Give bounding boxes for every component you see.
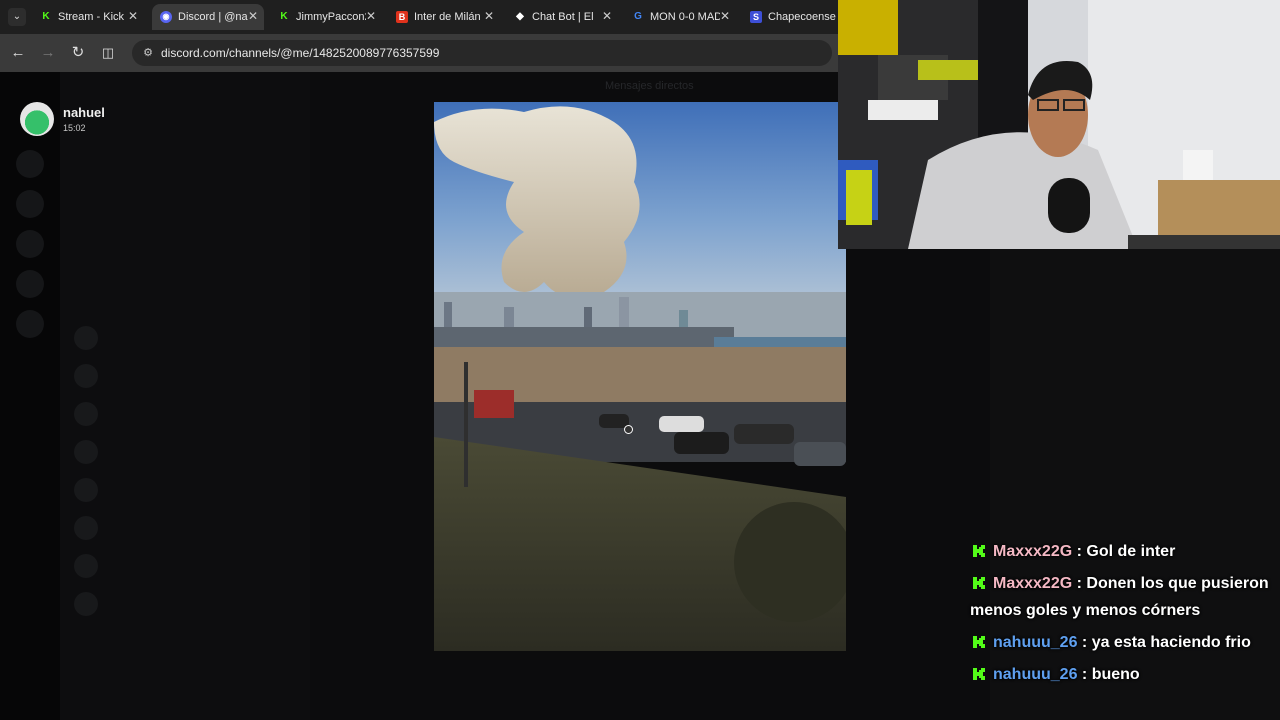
chat-message: nahuuu_26 : bueno: [970, 661, 1275, 688]
close-icon[interactable]: ✕: [484, 9, 494, 23]
tab-search-chevron-icon[interactable]: ⌄: [8, 8, 26, 26]
streamer-webcam: [838, 0, 1280, 249]
mouse-cursor: [624, 425, 633, 434]
chat-message: Maxxx22G : Donen los que pusieron menos …: [970, 570, 1275, 624]
avatar: [74, 516, 98, 540]
tab-inter-de-milan[interactable]: B Inter de Milán ✕: [388, 4, 500, 30]
download-icon[interactable]: [16, 310, 44, 338]
google-icon: G: [634, 11, 642, 22]
bet-icon: B: [396, 11, 408, 23]
list-item[interactable]: [74, 402, 294, 426]
sender-name: nahuel: [63, 105, 105, 120]
chat-username: nahuuu_26: [993, 666, 1078, 683]
list-item[interactable]: [74, 478, 294, 502]
server-icon[interactable]: [16, 270, 44, 298]
chat-text: bueno: [1091, 666, 1140, 683]
list-item[interactable]: [74, 364, 294, 388]
tab-chat-bot[interactable]: ◆ Chat Bot | El ✕: [506, 4, 618, 30]
kick-icon: [973, 577, 985, 589]
tab-jimmypaccon[interactable]: K JimmyPaccon29 ✕: [270, 4, 382, 30]
chat-message: Maxxx22G : Gol de inter: [970, 538, 1275, 565]
server-icon[interactable]: [16, 150, 44, 178]
beach-photo: [434, 102, 846, 651]
list-item[interactable]: [74, 516, 294, 540]
chat-separator: :: [1077, 666, 1092, 683]
kick-icon: K: [280, 11, 288, 22]
chat-username: nahuuu_26: [993, 634, 1078, 651]
list-item[interactable]: [74, 592, 294, 616]
url-text[interactable]: discord.com/channels/@me/148252008977635…: [161, 46, 439, 60]
avatar: [20, 102, 54, 136]
close-icon[interactable]: ✕: [602, 9, 612, 23]
close-icon[interactable]: ✕: [128, 9, 138, 23]
avatar: [74, 554, 98, 578]
message-time: 15:02: [63, 123, 86, 133]
avatar: [74, 478, 98, 502]
avatar: [74, 592, 98, 616]
list-item[interactable]: [74, 326, 294, 350]
top-hint: Mensajes directos: [605, 80, 694, 92]
server-icon[interactable]: [16, 190, 44, 218]
chat-text: ya esta haciendo frio: [1091, 634, 1251, 651]
dm-list: [60, 72, 310, 720]
list-item[interactable]: [74, 440, 294, 464]
avatar: [74, 326, 98, 350]
kick-icon: [973, 545, 985, 557]
tab-mon-mad[interactable]: G MON 0-0 MAD ✕: [624, 4, 736, 30]
tab-label: Discord | @nahuel: [178, 11, 248, 23]
list-item[interactable]: [74, 554, 294, 578]
browser-tab-bar: ⌄ K Stream - Kick ✕ ◉ Discord | @nahuel …: [0, 0, 840, 34]
back-arrow-icon[interactable]: ←: [8, 43, 28, 63]
stream-chat-overlay: Maxxx22G : Gol de inter Maxxx22G : Donen…: [970, 538, 1275, 693]
browser-toolbar: ← → ↻ ◫ ⚙ discord.com/channels/@me/14825…: [0, 34, 840, 72]
score-icon: S: [750, 11, 762, 23]
bot-icon: ◆: [516, 11, 524, 22]
tab-label: Chapecoense: [768, 11, 836, 23]
chat-separator: :: [1072, 543, 1087, 560]
chat-text: Gol de inter: [1086, 543, 1176, 560]
avatar: [74, 364, 98, 388]
chat-username: Maxxx22G: [993, 543, 1073, 560]
webcam-overlay: [838, 0, 1280, 249]
tab-discord[interactable]: ◉ Discord | @nahuel ✕: [152, 4, 264, 30]
kick-icon: K: [42, 11, 50, 22]
tab-label: MON 0-0 MAD: [650, 11, 720, 23]
close-icon[interactable]: ✕: [720, 9, 730, 23]
tab-label: Stream - Kick: [58, 11, 125, 23]
split-view-icon[interactable]: ◫: [98, 43, 118, 63]
chat-separator: :: [1077, 634, 1092, 651]
chat-message: nahuuu_26 : ya esta haciendo frio: [970, 629, 1275, 656]
close-icon[interactable]: ✕: [248, 9, 258, 23]
avatar: [74, 402, 98, 426]
image-viewer-header: nahuel 15:02: [20, 102, 280, 142]
chat-username: Maxxx22G: [993, 575, 1073, 592]
server-list: [0, 72, 60, 720]
image-preview[interactable]: [434, 102, 846, 651]
kick-icon: [973, 636, 985, 648]
avatar: [74, 440, 98, 464]
kick-icon: [973, 668, 985, 680]
address-bar[interactable]: ⚙ discord.com/channels/@me/1482520089776…: [132, 40, 832, 66]
server-icon[interactable]: [16, 230, 44, 258]
tab-chapecoense[interactable]: S Chapecoense: [742, 4, 840, 30]
forward-arrow-icon[interactable]: →: [38, 43, 58, 63]
discord-icon: ◉: [160, 11, 172, 23]
reload-icon[interactable]: ↻: [68, 43, 88, 63]
tab-label: Inter de Milán: [414, 11, 481, 23]
tab-label: Chat Bot | El: [532, 11, 594, 23]
close-icon[interactable]: ✕: [366, 9, 376, 23]
chat-separator: :: [1072, 575, 1087, 592]
site-info-icon[interactable]: ⚙: [140, 45, 156, 61]
tab-label: JimmyPaccon29: [296, 11, 366, 23]
tab-stream-kick[interactable]: K Stream - Kick ✕: [32, 4, 144, 30]
